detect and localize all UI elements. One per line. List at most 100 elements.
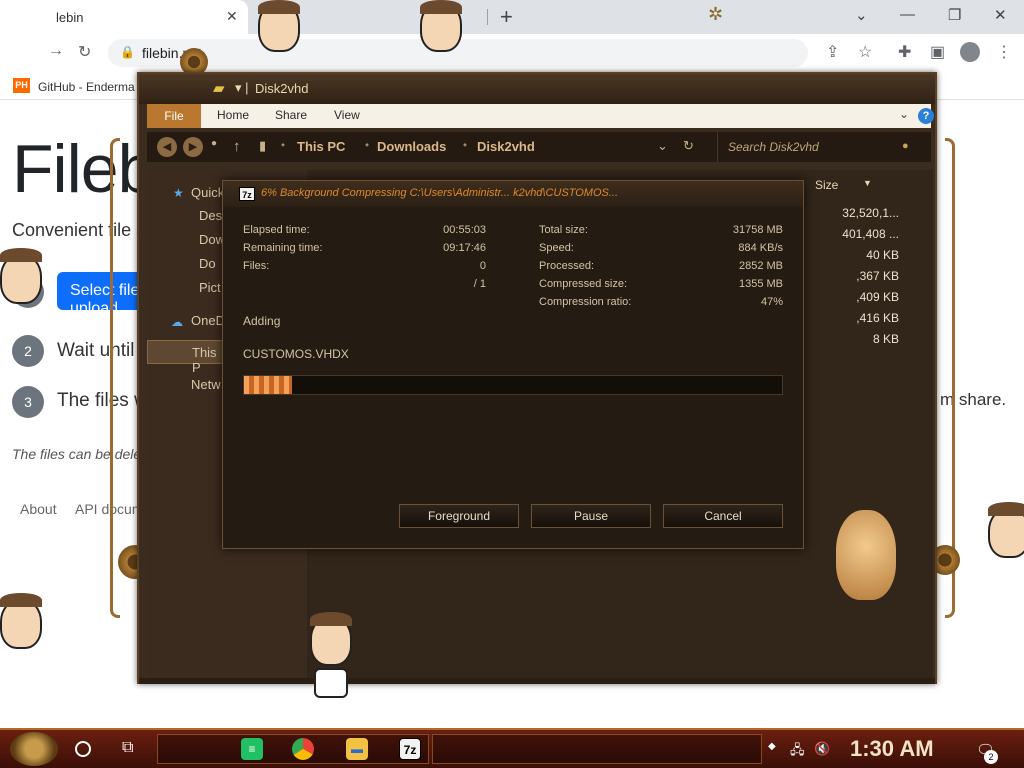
tab-search-chevron-icon[interactable]: ⌄ (855, 6, 868, 24)
processed-value: 2852 MB (738, 260, 783, 272)
back-icon[interactable]: ◀ (157, 137, 177, 157)
extensions-icon[interactable]: ✚ (898, 42, 911, 62)
notes-app-icon[interactable]: ≡ (241, 738, 263, 760)
bookmark-favicon: PH (13, 78, 30, 93)
explorer-bottom-edge (139, 678, 935, 684)
minimize-icon[interactable]: — (900, 6, 915, 23)
seven-zip-icon: 7z (239, 187, 255, 201)
total-size-value: 31758 MB (732, 224, 783, 236)
dialog-title: 6% Background Compressing C:\Users\Admin… (261, 187, 619, 199)
star-icon: ★ (173, 186, 184, 200)
ribbon-tabs: File Home Share View ⌄ ? (147, 104, 934, 128)
dialog-titlebar[interactable]: 7z 6% Background Compressing C:\Users\Ad… (223, 181, 803, 207)
progress-bar-fill (244, 376, 293, 394)
share-icon[interactable]: ⇪ (826, 42, 839, 62)
crumb-chevron-icon[interactable]: ⬩ (463, 139, 467, 152)
seven-zip-taskbar-icon[interactable]: 7z (399, 738, 421, 760)
column-header-size[interactable]: Size (815, 178, 838, 192)
bookmark-github[interactable]: GitHub - Enderma (38, 80, 135, 94)
elapsed-time-value: 00:55:03 (443, 224, 486, 236)
nav-item-onedrive[interactable]: OneD (191, 313, 225, 328)
search-input[interactable]: Search Disk2vhd ● (717, 132, 927, 162)
refresh-icon[interactable]: ↻ (683, 138, 694, 154)
address-dropdown-icon[interactable]: ⌄ (657, 138, 668, 154)
help-icon[interactable]: ? (918, 108, 934, 124)
nav-item-quick-access[interactable]: Quick (191, 185, 224, 200)
foreground-button[interactable]: Foreground (399, 504, 519, 528)
forward-icon[interactable]: → (48, 42, 64, 60)
profile-avatar[interactable] (960, 42, 980, 62)
nav-item-this-pc: This P (192, 345, 217, 375)
browser-toolbar: → ↻ 🔒 filebin.net ⇪ ☆ ✚ ▣ ⋮ (0, 34, 1024, 72)
nav-item-desktop[interactable]: Des (199, 208, 222, 223)
compression-ratio-label: Compression ratio: (539, 296, 632, 308)
ribbon-tab-share[interactable]: Share (275, 108, 307, 122)
remaining-time-label: Remaining time: (243, 242, 323, 254)
cancel-button[interactable]: Cancel (663, 504, 783, 528)
ribbon-tab-file[interactable]: File (147, 104, 201, 128)
decorative-pipe (110, 138, 120, 618)
processed-label: Processed: (539, 260, 595, 272)
title-separator-icon: ▾ | (235, 80, 249, 95)
task-view-icon[interactable]: ⧉ (122, 739, 133, 757)
elapsed-time-label: Elapsed time: (243, 224, 310, 236)
nav-item-pictures[interactable]: Pict (199, 280, 221, 295)
breadcrumb-this-pc[interactable]: This PC (297, 139, 345, 154)
menu-kebab-icon[interactable]: ⋮ (996, 42, 1012, 62)
folder-icon: ▰ (213, 80, 225, 97)
pc-icon: ▮ (259, 138, 267, 153)
taskbar: ⧉ ≡ ▬ 7z ◆ 🖧 🔇 1:30 AM 🗨 2 (0, 728, 1024, 768)
crumb-chevron-icon[interactable]: ⬩ (365, 139, 369, 152)
step-number: 2 (12, 335, 44, 367)
ribbon-tab-view[interactable]: View (334, 108, 360, 122)
tab-title: lebin (56, 10, 84, 25)
file-size: ,416 KB (856, 311, 899, 325)
about-link[interactable]: About (20, 501, 57, 517)
start-button[interactable] (10, 732, 58, 766)
reload-icon[interactable]: ↻ (78, 42, 91, 62)
browser-tab-filebin[interactable]: lebin ✕ (0, 0, 248, 34)
compression-ratio-value: 47% (760, 296, 783, 308)
breadcrumb-downloads[interactable]: Downloads (377, 139, 446, 154)
breadcrumb-disk2vhd[interactable]: Disk2vhd (477, 139, 535, 154)
taskbar-clock[interactable]: 1:30 AM (850, 736, 934, 762)
chrome-icon[interactable] (292, 738, 314, 760)
forward-nav-icon[interactable]: ▶ (183, 137, 203, 157)
hamster-sticker (836, 510, 896, 600)
ribbon-expand-icon[interactable]: ⌄ (899, 107, 909, 121)
file-explorer-icon[interactable]: ▬ (346, 738, 368, 760)
pause-button[interactable]: Pause (531, 504, 651, 528)
notification-count-badge: 2 (984, 750, 998, 764)
recent-locations-icon[interactable]: ● (211, 138, 217, 149)
tray-chevron-icon[interactable]: ◆ (768, 741, 776, 752)
crumb-chevron-icon[interactable]: ⬩ (281, 139, 285, 152)
bookmark-star-icon[interactable]: ☆ (858, 42, 872, 62)
side-panel-icon[interactable]: ▣ (930, 42, 945, 62)
volume-muted-icon[interactable]: 🔇 (814, 741, 830, 757)
ribbon-tab-home[interactable]: Home (217, 108, 249, 122)
up-icon[interactable]: ↑ (233, 138, 241, 155)
network-icon[interactable]: 🖧 (790, 741, 805, 763)
files-label: Files: (243, 260, 270, 272)
file-size: ,367 KB (856, 269, 899, 283)
nav-item-documents[interactable]: Do (199, 256, 216, 271)
tab-close-icon[interactable]: ✕ (226, 8, 238, 25)
compression-progress-bar (243, 375, 783, 395)
taskbar-running-area (432, 734, 762, 764)
files-value: 0 (479, 260, 486, 272)
nav-item-this-pc-highlight[interactable]: This P (147, 340, 227, 375)
close-window-icon[interactable]: ✕ (994, 6, 1007, 24)
bee-icon: ✲ (708, 4, 724, 24)
sort-chevron-icon[interactable]: ▼ (863, 178, 872, 188)
explorer-title: Disk2vhd (255, 81, 309, 96)
tab-separator (487, 9, 488, 25)
remaining-time-value: 09:17:46 (443, 242, 486, 254)
nav-item-network[interactable]: Netw (191, 377, 221, 392)
operation-status: Adding (243, 314, 281, 328)
new-tab-icon[interactable]: + (500, 4, 513, 30)
restore-icon[interactable]: ❐ (948, 6, 961, 24)
search-icon[interactable] (75, 741, 91, 757)
compression-progress-dialog[interactable]: 7z 6% Background Compressing C:\Users\Ad… (222, 180, 804, 549)
explorer-titlebar[interactable]: ▰ ▾ | Disk2vhd (139, 74, 935, 104)
files-total-value: / 1 (473, 278, 486, 290)
